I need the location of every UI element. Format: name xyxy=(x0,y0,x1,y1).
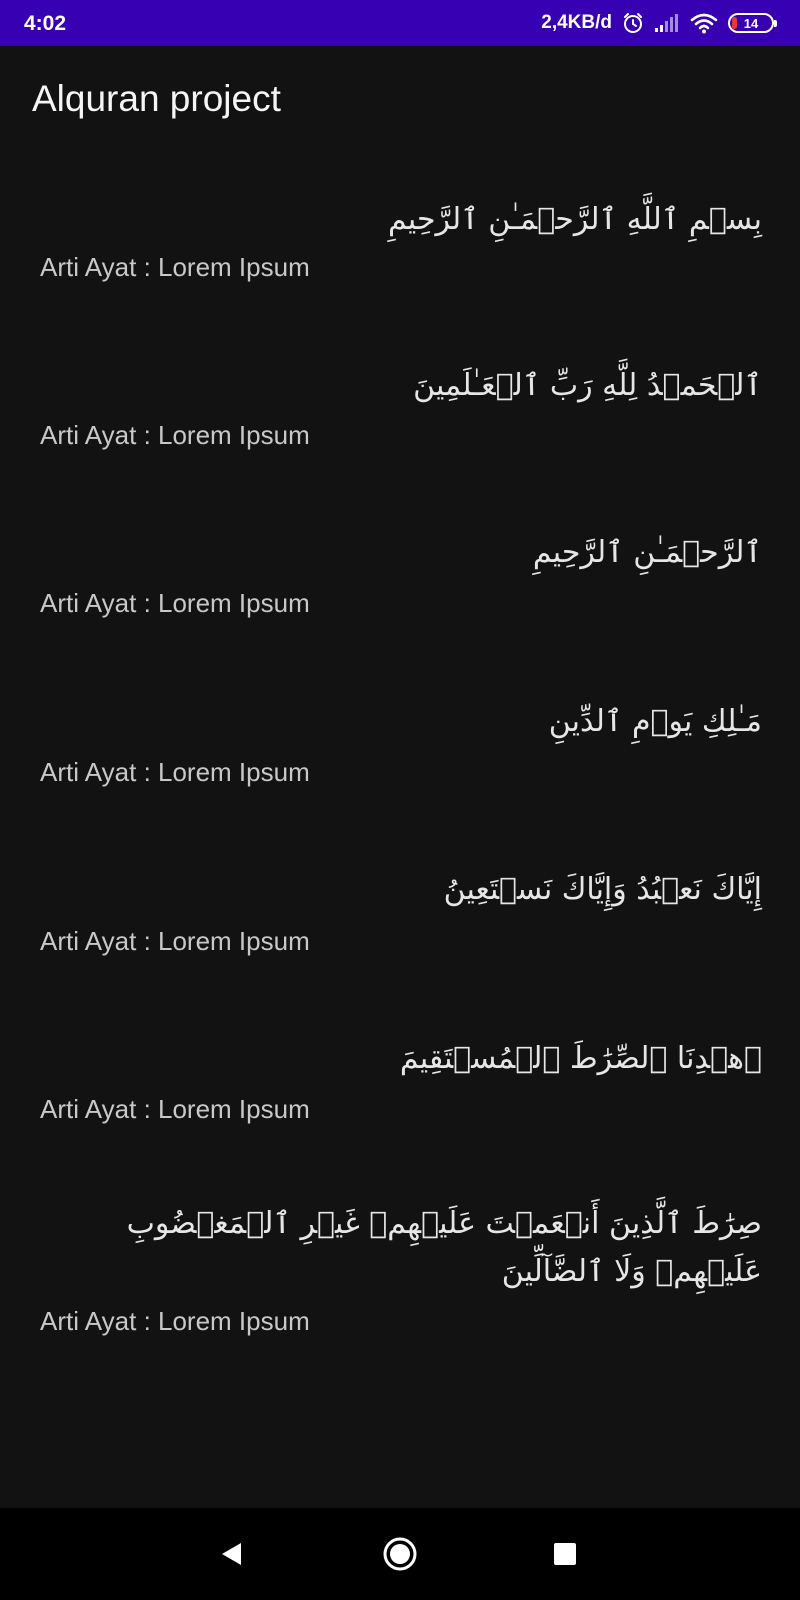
ayat-arabic: ٱلرَّحۡمَـٰنِ ٱلرَّحِيمِ xyxy=(532,535,762,570)
ayat-arabic: ٱهۡدِنَا ٱلصِّرَٰطَ ٱلۡمُسۡتَقِيمَ xyxy=(399,1041,762,1076)
status-icons: 2,4KB/d 14 xyxy=(541,9,777,37)
battery-icon: 14 xyxy=(728,13,777,33)
ayat-arabic: بِسۡمِ ٱللَّهِ ٱلرَّحۡمَـٰنِ ٱلرَّحِيمِ xyxy=(387,202,762,237)
ayat-translation: Arti Ayat : Lorem Ipsum xyxy=(40,420,310,450)
battery-level: 14 xyxy=(743,15,759,31)
ayat-translation: Arti Ayat : Lorem Ipsum xyxy=(40,1306,310,1336)
ayat-translation: Arti Ayat : Lorem Ipsum xyxy=(40,926,310,956)
ayat-translation: Arti Ayat : Lorem Ipsum xyxy=(40,252,310,282)
ayat-arabic: ٱلۡحَمۡدُ لِلَّهِ رَبِّ ٱلۡعَـٰلَمِينَ xyxy=(413,368,762,403)
network-speed: 2,4KB/d xyxy=(541,12,612,33)
ayat-arabic: مَـٰلِكِ يَوۡمِ ٱلدِّينِ xyxy=(548,704,762,739)
ayat-translation: Arti Ayat : Lorem Ipsum xyxy=(40,1094,310,1124)
ayat-arabic: إِيَّاكَ نَعۡبُدُ وَإِيَّاكَ نَسۡتَعِينُ xyxy=(443,872,762,907)
alarm-icon xyxy=(622,12,644,34)
page-title: Alquran project xyxy=(32,78,281,119)
app-bar: Alquran project xyxy=(0,46,800,158)
back-icon[interactable] xyxy=(211,1534,251,1574)
status-bar: 4:02 2,4KB/d 14 xyxy=(0,0,800,46)
home-icon[interactable] xyxy=(380,1534,420,1574)
battery-fill xyxy=(732,17,737,29)
ayat-translation: Arti Ayat : Lorem Ipsum xyxy=(40,757,310,787)
signal-icon xyxy=(654,13,680,33)
ayat-translation: Arti Ayat : Lorem Ipsum xyxy=(40,588,310,618)
recents-icon[interactable] xyxy=(545,1534,585,1574)
navigation-bar xyxy=(0,1508,800,1600)
ayat-arabic: صِرَٰطَ ٱلَّذِينَ أَنۡعَمۡتَ عَلَيۡهِمۡ … xyxy=(126,1206,762,1289)
wifi-icon xyxy=(690,12,718,34)
status-time: 4:02 xyxy=(24,12,67,35)
